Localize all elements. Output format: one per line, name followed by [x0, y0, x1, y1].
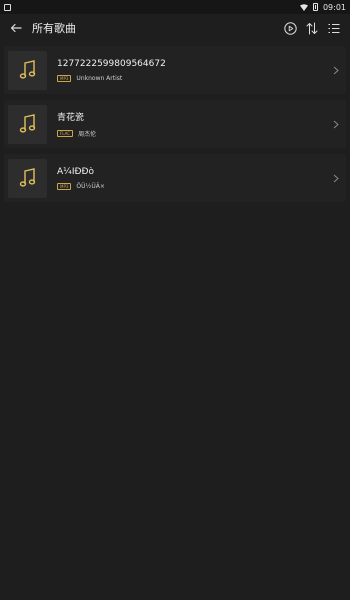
- song-item[interactable]: À¼ÍÐÐò MP3 ÖÜ½ÜÂ×: [4, 154, 346, 202]
- status-bar: 09:01: [0, 0, 350, 14]
- music-note-icon: [19, 60, 35, 79]
- arrow-left-icon: [10, 23, 22, 33]
- song-list: 1277222599809564672 MP3 Unknown Artist 青…: [0, 42, 350, 208]
- chevron-right-icon: [330, 172, 342, 184]
- format-badge: MP3: [57, 182, 72, 190]
- song-item[interactable]: 青花瓷 FLAC 周杰伦: [4, 100, 346, 148]
- song-meta: MP3 ÖÜ½ÜÂ×: [57, 182, 330, 190]
- music-note-icon: [19, 168, 35, 187]
- play-circle-icon: [283, 21, 297, 35]
- format-badge: MP3: [57, 74, 72, 82]
- wifi-icon: [299, 3, 308, 11]
- list-menu-icon: [328, 23, 340, 33]
- sort-button[interactable]: [304, 20, 320, 36]
- song-info: 1277222599809564672 MP3 Unknown Artist: [57, 59, 330, 82]
- song-cover: [8, 104, 47, 144]
- menu-button[interactable]: [326, 20, 342, 36]
- play-all-button[interactable]: [282, 20, 298, 36]
- status-time: 09:01: [322, 2, 346, 12]
- music-note-icon: [19, 114, 35, 133]
- format-badge: FLAC: [57, 130, 74, 137]
- song-title: 青花瓷: [57, 113, 85, 123]
- battery-icon: [312, 3, 318, 11]
- back-button[interactable]: [8, 20, 24, 36]
- song-artist: 周杰伦: [78, 131, 97, 138]
- status-right: 09:01: [299, 2, 346, 12]
- page-title: 所有歌曲: [32, 22, 76, 35]
- song-info: À¼ÍÐÐò MP3 ÖÜ½ÜÂ×: [57, 167, 330, 190]
- chevron-right-icon: [330, 64, 342, 76]
- sort-icon: [306, 22, 318, 34]
- app-bar: 所有歌曲: [0, 14, 350, 42]
- song-meta: MP3 Unknown Artist: [57, 74, 330, 82]
- song-artist: Unknown Artist: [76, 74, 123, 82]
- song-meta: FLAC 周杰伦: [57, 129, 330, 138]
- song-artist: ÖÜ½ÜÂ×: [76, 182, 105, 190]
- notification-icon: [4, 3, 11, 11]
- song-cover: [8, 158, 47, 198]
- song-title: À¼ÍÐÐò: [57, 166, 94, 177]
- song-title: 1277222599809564672: [57, 58, 166, 69]
- song-item[interactable]: 1277222599809564672 MP3 Unknown Artist: [4, 46, 346, 94]
- header-actions: [282, 20, 342, 36]
- song-info: 青花瓷 FLAC 周杰伦: [57, 110, 330, 138]
- song-cover: [8, 50, 47, 90]
- chevron-right-icon: [330, 118, 342, 130]
